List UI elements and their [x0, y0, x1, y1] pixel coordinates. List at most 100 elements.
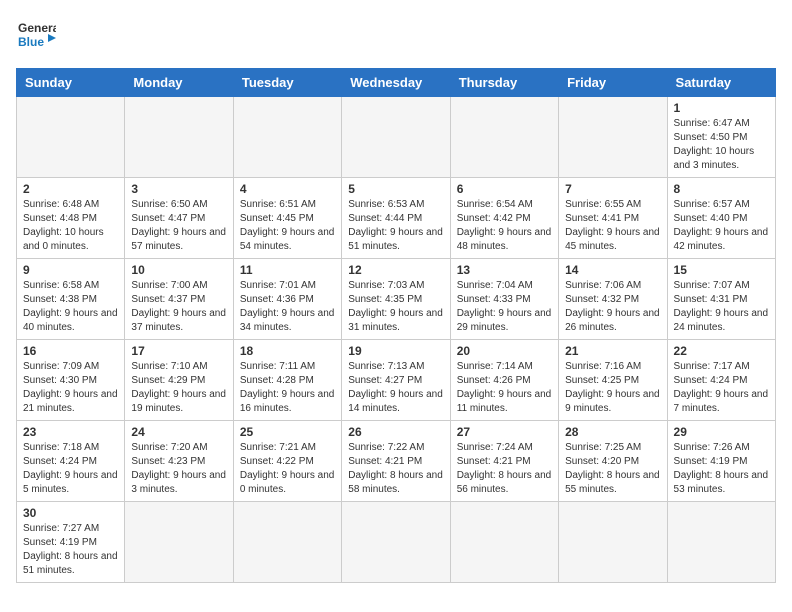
day-number: 26: [348, 425, 443, 439]
calendar-cell: 24 Sunrise: 7:20 AM Sunset: 4:23 PM Dayli…: [125, 421, 233, 502]
day-number: 1: [674, 101, 769, 115]
calendar-cell: 20 Sunrise: 7:14 AM Sunset: 4:26 PM Dayli…: [450, 340, 558, 421]
calendar-cell: 6Sunrise: 6:54 AM Sunset: 4:42 PM Daylig…: [450, 178, 558, 259]
day-number: 19: [348, 344, 443, 358]
calendar-cell: [233, 97, 341, 178]
week-row-4: 23 Sunrise: 7:18 AM Sunset: 4:24 PM Dayli…: [17, 421, 776, 502]
day-number: 29: [674, 425, 769, 439]
calendar-cell: 12 Sunrise: 7:03 AM Sunset: 4:35 PM Dayli…: [342, 259, 450, 340]
calendar-cell: [125, 97, 233, 178]
calendar-cell: 18 Sunrise: 7:11 AM Sunset: 4:28 PM Dayli…: [233, 340, 341, 421]
day-info: Sunrise: 7:11 AM Sunset: 4:28 PM Dayligh…: [240, 360, 335, 416]
calendar-cell: 25 Sunrise: 7:21 AM Sunset: 4:22 PM Dayli…: [233, 421, 341, 502]
day-info: Sunrise: 6:51 AM Sunset: 4:45 PM Dayligh…: [240, 198, 335, 254]
calendar-cell: 17 Sunrise: 7:10 AM Sunset: 4:29 PM Dayli…: [125, 340, 233, 421]
day-info: Sunrise: 7:20 AM Sunset: 4:23 PM Dayligh…: [131, 441, 226, 497]
column-header-monday: Monday: [125, 69, 233, 97]
day-info: Sunrise: 7:01 AM Sunset: 4:36 PM Dayligh…: [240, 279, 335, 335]
day-number: 4: [240, 182, 335, 196]
day-info: Sunrise: 6:57 AM Sunset: 4:40 PM Dayligh…: [674, 198, 769, 254]
day-info: Sunrise: 7:26 AM Sunset: 4:19 PM Dayligh…: [674, 441, 769, 497]
column-header-thursday: Thursday: [450, 69, 558, 97]
day-number: 20: [457, 344, 552, 358]
day-info: Sunrise: 6:53 AM Sunset: 4:44 PM Dayligh…: [348, 198, 443, 254]
column-header-saturday: Saturday: [667, 69, 775, 97]
day-info: Sunrise: 7:03 AM Sunset: 4:35 PM Dayligh…: [348, 279, 443, 335]
week-row-2: 9 Sunrise: 6:58 AM Sunset: 4:38 PM Daylig…: [17, 259, 776, 340]
calendar-cell: 27Sunrise: 7:24 AM Sunset: 4:21 PM Dayli…: [450, 421, 558, 502]
day-number: 24: [131, 425, 226, 439]
day-number: 5: [348, 182, 443, 196]
day-info: Sunrise: 7:16 AM Sunset: 4:25 PM Dayligh…: [565, 360, 660, 416]
calendar-cell: 15Sunrise: 7:07 AM Sunset: 4:31 PM Dayli…: [667, 259, 775, 340]
day-number: 23: [23, 425, 118, 439]
calendar-cell: [450, 97, 558, 178]
svg-text:Blue: Blue: [18, 35, 44, 49]
day-info: Sunrise: 7:24 AM Sunset: 4:21 PM Dayligh…: [457, 441, 552, 497]
calendar-cell: 7 Sunrise: 6:55 AM Sunset: 4:41 PM Daylig…: [559, 178, 667, 259]
calendar-cell: [559, 97, 667, 178]
logo: General Blue: [16, 16, 56, 56]
day-info: Sunrise: 7:17 AM Sunset: 4:24 PM Dayligh…: [674, 360, 769, 416]
day-number: 3: [131, 182, 226, 196]
day-info: Sunrise: 6:55 AM Sunset: 4:41 PM Dayligh…: [565, 198, 660, 254]
day-info: Sunrise: 6:54 AM Sunset: 4:42 PM Dayligh…: [457, 198, 552, 254]
calendar-cell: [342, 97, 450, 178]
day-info: Sunrise: 7:22 AM Sunset: 4:21 PM Dayligh…: [348, 441, 443, 497]
calendar-cell: 30 Sunrise: 7:27 AM Sunset: 4:19 PM Dayli…: [17, 502, 125, 583]
day-number: 17: [131, 344, 226, 358]
calendar-cell: 22 Sunrise: 7:17 AM Sunset: 4:24 PM Dayli…: [667, 340, 775, 421]
header: General Blue: [16, 16, 776, 56]
day-info: Sunrise: 7:21 AM Sunset: 4:22 PM Dayligh…: [240, 441, 335, 497]
day-number: 14: [565, 263, 660, 277]
day-info: Sunrise: 7:14 AM Sunset: 4:26 PM Dayligh…: [457, 360, 552, 416]
day-info: Sunrise: 7:10 AM Sunset: 4:29 PM Dayligh…: [131, 360, 226, 416]
day-info: Sunrise: 7:18 AM Sunset: 4:24 PM Dayligh…: [23, 441, 118, 497]
logo-container: General Blue: [16, 16, 56, 56]
calendar-cell: [233, 502, 341, 583]
day-number: 7: [565, 182, 660, 196]
day-number: 10: [131, 263, 226, 277]
calendar-cell: 26 Sunrise: 7:22 AM Sunset: 4:21 PM Dayli…: [342, 421, 450, 502]
calendar-cell: 10Sunrise: 7:00 AM Sunset: 4:37 PM Dayli…: [125, 259, 233, 340]
calendar-table: SundayMondayTuesdayWednesdayThursdayFrid…: [16, 68, 776, 583]
day-info: Sunrise: 6:47 AM Sunset: 4:50 PM Dayligh…: [674, 117, 769, 173]
calendar-cell: 8 Sunrise: 6:57 AM Sunset: 4:40 PM Daylig…: [667, 178, 775, 259]
week-row-1: 2Sunrise: 6:48 AM Sunset: 4:48 PM Daylig…: [17, 178, 776, 259]
calendar-cell: 19Sunrise: 7:13 AM Sunset: 4:27 PM Dayli…: [342, 340, 450, 421]
day-number: 25: [240, 425, 335, 439]
calendar-cell: 3 Sunrise: 6:50 AM Sunset: 4:47 PM Daylig…: [125, 178, 233, 259]
column-header-wednesday: Wednesday: [342, 69, 450, 97]
day-info: Sunrise: 7:04 AM Sunset: 4:33 PM Dayligh…: [457, 279, 552, 335]
day-number: 22: [674, 344, 769, 358]
calendar-cell: 9 Sunrise: 6:58 AM Sunset: 4:38 PM Daylig…: [17, 259, 125, 340]
calendar-cell: [450, 502, 558, 583]
day-info: Sunrise: 7:06 AM Sunset: 4:32 PM Dayligh…: [565, 279, 660, 335]
column-header-friday: Friday: [559, 69, 667, 97]
day-number: 18: [240, 344, 335, 358]
calendar-cell: 14 Sunrise: 7:06 AM Sunset: 4:32 PM Dayli…: [559, 259, 667, 340]
day-number: 30: [23, 506, 118, 520]
day-info: Sunrise: 7:25 AM Sunset: 4:20 PM Dayligh…: [565, 441, 660, 497]
calendar-cell: 11Sunrise: 7:01 AM Sunset: 4:36 PM Dayli…: [233, 259, 341, 340]
day-number: 8: [674, 182, 769, 196]
calendar-cell: 16Sunrise: 7:09 AM Sunset: 4:30 PM Dayli…: [17, 340, 125, 421]
calendar-cell: 4 Sunrise: 6:51 AM Sunset: 4:45 PM Daylig…: [233, 178, 341, 259]
calendar-cell: 29 Sunrise: 7:26 AM Sunset: 4:19 PM Dayli…: [667, 421, 775, 502]
day-info: Sunrise: 7:27 AM Sunset: 4:19 PM Dayligh…: [23, 522, 118, 578]
calendar-cell: [342, 502, 450, 583]
week-row-3: 16Sunrise: 7:09 AM Sunset: 4:30 PM Dayli…: [17, 340, 776, 421]
day-number: 13: [457, 263, 552, 277]
calendar-cell: 5 Sunrise: 6:53 AM Sunset: 4:44 PM Daylig…: [342, 178, 450, 259]
day-number: 16: [23, 344, 118, 358]
svg-text:General: General: [18, 21, 56, 35]
day-number: 9: [23, 263, 118, 277]
day-number: 12: [348, 263, 443, 277]
day-info: Sunrise: 6:58 AM Sunset: 4:38 PM Dayligh…: [23, 279, 118, 335]
day-info: Sunrise: 6:50 AM Sunset: 4:47 PM Dayligh…: [131, 198, 226, 254]
day-number: 2: [23, 182, 118, 196]
day-number: 28: [565, 425, 660, 439]
calendar-cell: 13 Sunrise: 7:04 AM Sunset: 4:33 PM Dayli…: [450, 259, 558, 340]
day-info: Sunrise: 7:07 AM Sunset: 4:31 PM Dayligh…: [674, 279, 769, 335]
week-row-5: 30 Sunrise: 7:27 AM Sunset: 4:19 PM Dayli…: [17, 502, 776, 583]
